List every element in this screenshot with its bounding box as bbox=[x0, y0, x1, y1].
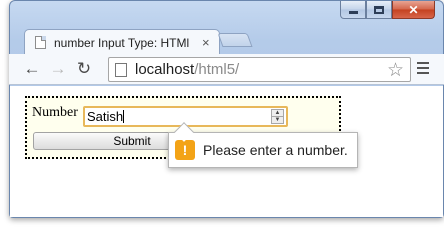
new-tab-button[interactable] bbox=[217, 33, 253, 47]
number-spinner[interactable]: ▲ ▼ bbox=[271, 109, 284, 124]
close-window-button[interactable]: ✕ bbox=[392, 1, 435, 19]
number-label: Number bbox=[32, 105, 78, 120]
close-icon: ✕ bbox=[408, 2, 419, 17]
tab-close-icon[interactable]: × bbox=[202, 35, 210, 50]
text-caret bbox=[123, 110, 125, 123]
reload-icon[interactable]: ↻ bbox=[71, 59, 97, 79]
url-path: /html5/ bbox=[194, 61, 240, 78]
browser-toolbar: ← → ↻ localhost/html5/ ☆ bbox=[9, 54, 444, 85]
address-bar[interactable]: localhost/html5/ ☆ bbox=[108, 57, 411, 82]
maximize-icon bbox=[374, 5, 384, 14]
validation-tooltip: ! Please enter a number. bbox=[168, 122, 358, 168]
validation-message: Please enter a number. bbox=[203, 142, 348, 158]
menu-icon[interactable] bbox=[417, 62, 429, 77]
spin-down-icon[interactable]: ▼ bbox=[272, 117, 283, 124]
tab-active[interactable]: number Input Type: HTMl × bbox=[24, 29, 220, 55]
minimize-button[interactable] bbox=[340, 1, 366, 19]
forward-arrow-icon[interactable]: → bbox=[45, 59, 71, 79]
maximize-button[interactable] bbox=[366, 1, 392, 19]
tab-title: number Input Type: HTMl bbox=[54, 35, 190, 50]
spin-up-icon[interactable]: ▲ bbox=[272, 110, 283, 117]
url-host: localhost bbox=[135, 61, 195, 78]
back-arrow-icon[interactable]: ← bbox=[19, 59, 45, 79]
minimize-icon bbox=[348, 10, 358, 14]
number-input-value: Satish bbox=[87, 109, 124, 124]
warning-icon: ! bbox=[175, 140, 195, 160]
window-controls: ✕ bbox=[340, 1, 435, 19]
page-icon bbox=[115, 62, 127, 77]
page-favicon-icon bbox=[35, 36, 46, 49]
bookmark-star-icon[interactable]: ☆ bbox=[387, 59, 404, 82]
browser-window: ✕ number Input Type: HTMl × ← → ↻ localh… bbox=[0, 0, 444, 227]
